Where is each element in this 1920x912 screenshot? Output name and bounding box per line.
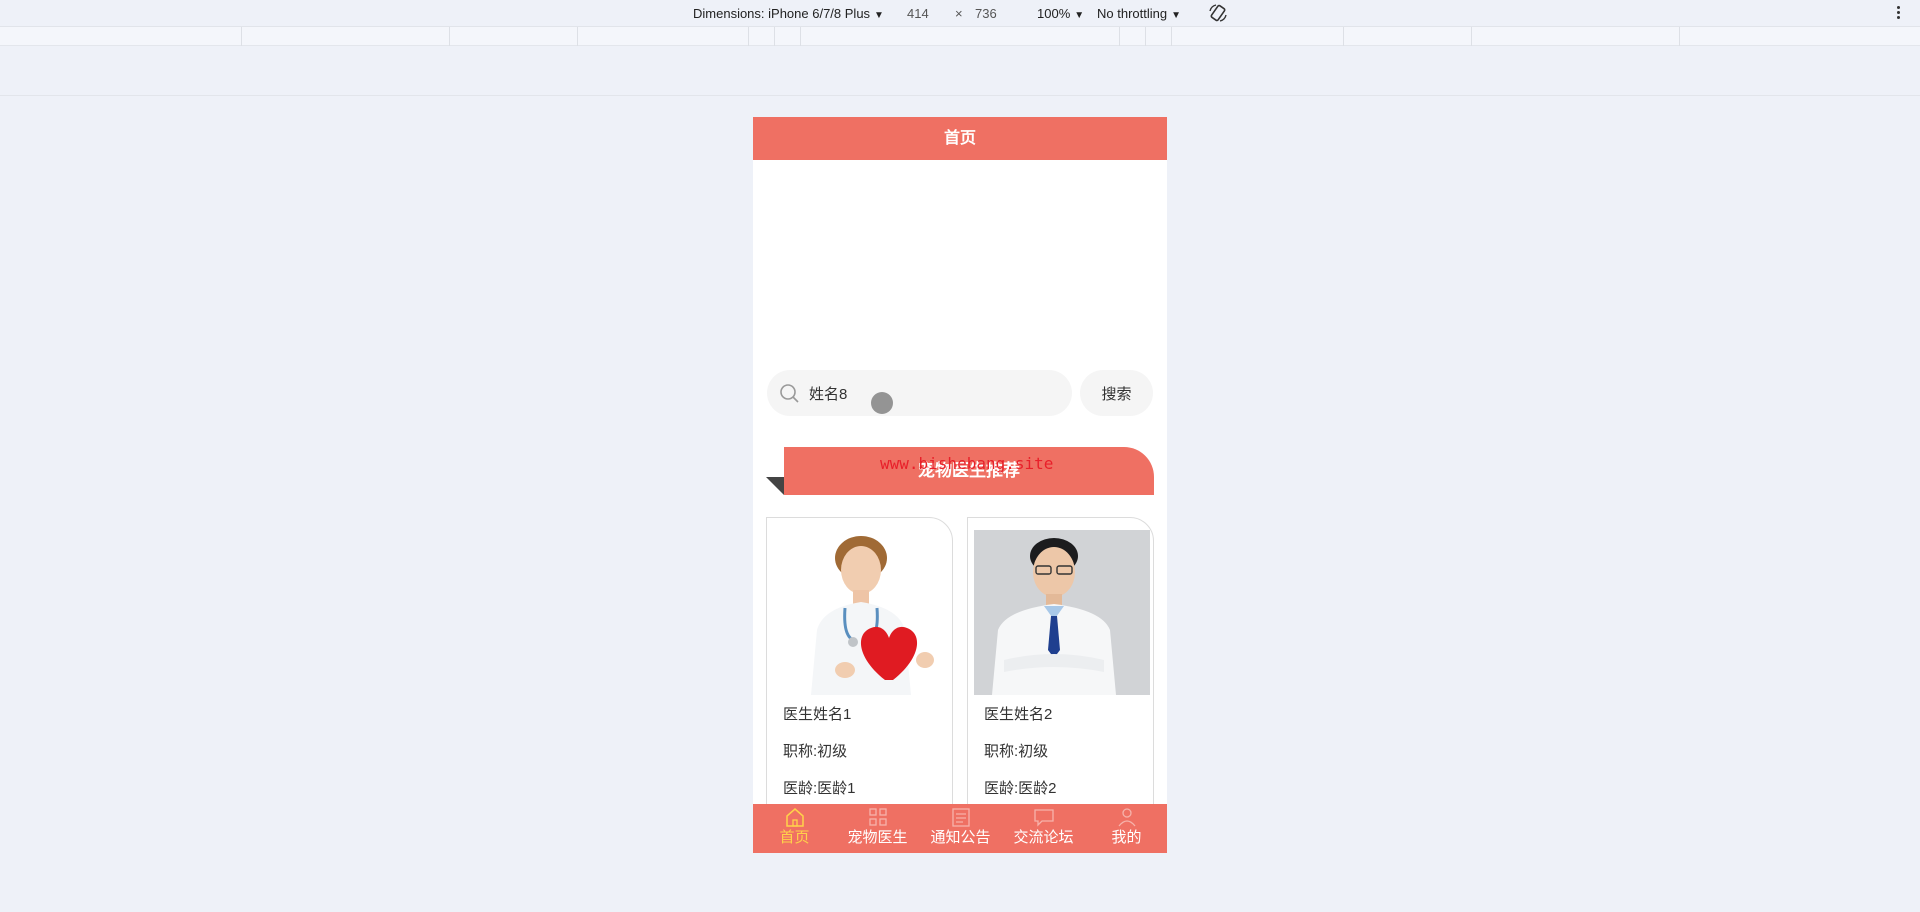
doctor-photo — [974, 530, 1150, 695]
tab-label: 通知公告 — [930, 829, 991, 846]
touch-cursor — [871, 392, 893, 414]
viewport-width[interactable]: 414 — [907, 6, 929, 22]
doctor-name: 医生姓名2 — [984, 706, 1053, 723]
search-button[interactable]: 搜索 — [1080, 370, 1153, 416]
user-icon — [1117, 808, 1136, 827]
tab-label: 首页 — [779, 829, 810, 846]
device-viewport: 首页 搜索 宠物医生推荐 www.bishebang.site — [753, 117, 1167, 853]
doctor-experience: 医龄:医龄2 — [984, 780, 1057, 797]
throttling-select[interactable]: No throttling ▼ — [1097, 6, 1181, 24]
tab-label: 交流论坛 — [1013, 829, 1074, 846]
tab-notices[interactable]: 通知公告 — [919, 804, 1002, 853]
media-query-ruler — [0, 27, 1920, 46]
tab-label: 我的 — [1111, 829, 1142, 846]
watermark: www.bishebang.site — [880, 454, 1054, 473]
search-input[interactable] — [809, 381, 1059, 405]
banner-carousel[interactable] — [753, 160, 1167, 384]
chevron-down-icon: ▼ — [874, 10, 884, 21]
doctor-card[interactable]: 医生姓名2 职称:初级 医龄:医龄2 — [967, 517, 1154, 817]
device-label: Dimensions: iPhone 6/7/8 Plus — [693, 6, 871, 21]
doctor-title: 职称:初级 — [783, 743, 848, 760]
devtools-toolbar: Dimensions: iPhone 6/7/8 Plus ▼ 414 × 736… — [0, 0, 1920, 27]
tab-forum[interactable]: 交流论坛 — [1002, 804, 1085, 853]
chevron-down-icon: ▼ — [1074, 10, 1085, 21]
page-title: 首页 — [753, 117, 1167, 160]
chevron-down-icon: ▼ — [1171, 10, 1181, 21]
doctor-experience: 医龄:医龄1 — [783, 780, 856, 797]
bottom-tab-bar: 首页 宠物医生 通知公告 交流论坛 我的 — [753, 804, 1167, 853]
ribbon-fold — [766, 477, 784, 495]
search-field[interactable] — [767, 370, 1072, 416]
divider — [0, 95, 1920, 96]
home-icon — [785, 808, 804, 827]
doctor-photo — [773, 530, 949, 695]
tab-home[interactable]: 首页 — [753, 804, 836, 853]
zoom-label: 100% — [1037, 6, 1071, 21]
news-icon — [951, 808, 970, 827]
doctor-card[interactable]: 医生姓名1 职称:初级 医龄:医龄1 — [766, 517, 953, 817]
more-options-icon[interactable] — [1893, 4, 1903, 22]
doctor-title: 职称:初级 — [984, 743, 1049, 760]
tab-label: 宠物医生 — [847, 829, 908, 846]
tab-profile[interactable]: 我的 — [1085, 804, 1167, 853]
zoom-select[interactable]: 100% ▼ — [1037, 6, 1084, 24]
tab-doctors[interactable]: 宠物医生 — [836, 804, 919, 853]
chat-icon — [1033, 809, 1054, 827]
dimension-separator: × — [955, 6, 963, 21]
throttling-label: No throttling — [1097, 6, 1168, 21]
search-icon — [780, 384, 799, 403]
viewport-height[interactable]: 736 — [975, 6, 997, 22]
search-bar: 搜索 — [767, 370, 1153, 416]
doctor-name: 医生姓名1 — [783, 706, 852, 723]
rotate-icon[interactable] — [1208, 3, 1228, 23]
device-select[interactable]: Dimensions: iPhone 6/7/8 Plus ▼ — [693, 6, 884, 24]
grid-icon — [868, 808, 887, 826]
